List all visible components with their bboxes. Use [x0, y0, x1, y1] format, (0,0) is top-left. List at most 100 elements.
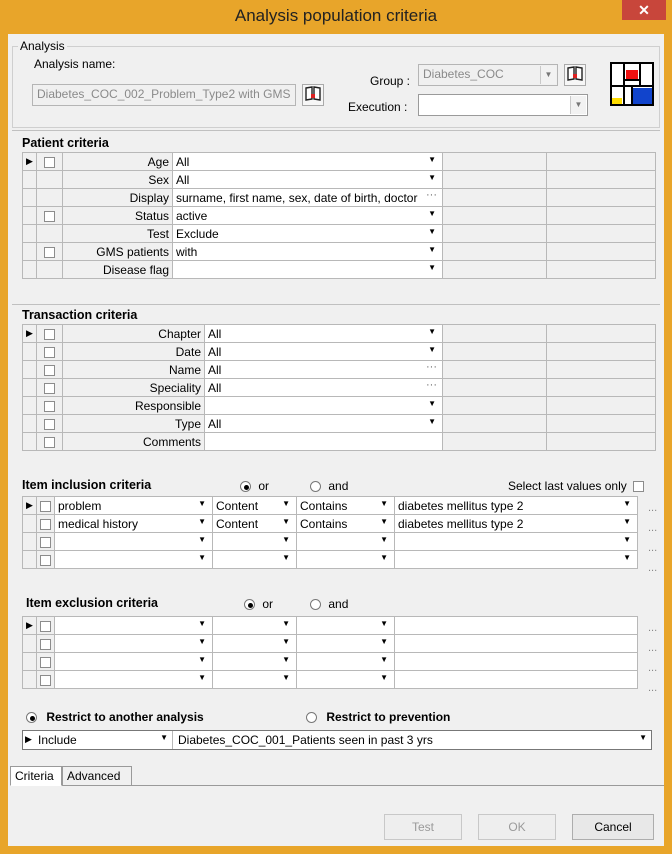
group-select[interactable]: Diabetes_COC ▼: [418, 64, 558, 86]
row-checkbox-cell[interactable]: [36, 342, 63, 361]
row-selector[interactable]: [22, 378, 37, 397]
row-selector[interactable]: [22, 514, 37, 533]
row-checkbox-cell[interactable]: [36, 206, 63, 225]
value-select[interactable]: diabetes mellitus type 2 ▼: [394, 496, 638, 515]
row-selector[interactable]: [22, 224, 37, 243]
exclusion-row-more-icon[interactable]: ...: [648, 622, 657, 634]
criteria-value[interactable]: All ···: [204, 378, 443, 397]
value-select[interactable]: [394, 652, 638, 671]
row-checkbox-cell[interactable]: [36, 324, 63, 343]
field-select[interactable]: Content ▼: [212, 496, 297, 515]
field-select[interactable]: ▼: [212, 652, 297, 671]
operator-select[interactable]: ▼: [296, 616, 395, 635]
row-checkbox-cell[interactable]: [36, 242, 63, 261]
field-select[interactable]: ▼: [212, 532, 297, 551]
exclusion-or-radio[interactable]: or: [244, 597, 273, 611]
value-select[interactable]: [394, 634, 638, 653]
row-selector[interactable]: [22, 652, 37, 671]
restrict-prevention-radio[interactable]: Restrict to prevention: [306, 710, 450, 724]
row-checkbox-cell[interactable]: [36, 634, 55, 653]
row-selector[interactable]: [22, 396, 37, 415]
cancel-button[interactable]: Cancel: [572, 814, 654, 840]
row-checkbox-cell[interactable]: [36, 550, 55, 569]
field-select[interactable]: ▼: [212, 616, 297, 635]
row-selector[interactable]: [22, 260, 37, 279]
field-select[interactable]: ▼: [212, 634, 297, 653]
criteria-value[interactable]: active ▼: [172, 206, 443, 225]
criteria-value[interactable]: [204, 432, 443, 451]
field-select[interactable]: Content ▼: [212, 514, 297, 533]
item-select[interactable]: ▼: [54, 532, 213, 551]
operator-select[interactable]: Contains ▼: [296, 496, 395, 515]
exclusion-row-more-icon[interactable]: ...: [648, 662, 657, 674]
inclusion-row-more-icon[interactable]: ...: [648, 502, 657, 514]
value-select[interactable]: [394, 616, 638, 635]
inclusion-row-more-icon[interactable]: ...: [648, 522, 657, 534]
criteria-value[interactable]: surname, first name, sex, date of birth,…: [172, 188, 443, 207]
row-checkbox-cell[interactable]: [36, 670, 55, 689]
row-checkbox-cell[interactable]: [36, 360, 63, 379]
row-selector[interactable]: [22, 242, 37, 261]
item-select[interactable]: ▼: [54, 670, 213, 689]
ok-button[interactable]: OK: [478, 814, 556, 840]
criteria-value[interactable]: with ▼: [172, 242, 443, 261]
item-select[interactable]: ▼: [54, 616, 213, 635]
row-selector[interactable]: ▶: [22, 616, 37, 635]
row-selector[interactable]: [22, 188, 37, 207]
execution-select[interactable]: ▼: [418, 94, 588, 116]
criteria-value[interactable]: All ▼: [204, 324, 443, 343]
row-checkbox-cell[interactable]: [36, 652, 55, 671]
criteria-value[interactable]: All ···: [204, 360, 443, 379]
restrict-another-radio[interactable]: Restrict to another analysis: [26, 710, 204, 724]
row-selector[interactable]: [22, 342, 37, 361]
row-checkbox-cell[interactable]: [36, 396, 63, 415]
value-select[interactable]: ▼: [394, 532, 638, 551]
row-selector[interactable]: [22, 206, 37, 225]
operator-select[interactable]: ▼: [296, 532, 395, 551]
row-selector[interactable]: ▶: [22, 324, 37, 343]
field-select[interactable]: ▼: [212, 670, 297, 689]
value-select[interactable]: diabetes mellitus type 2 ▼: [394, 514, 638, 533]
row-checkbox-cell[interactable]: [36, 188, 63, 207]
criteria-value[interactable]: ▼: [204, 396, 443, 415]
row-selector[interactable]: [22, 532, 37, 551]
row-selector[interactable]: [22, 634, 37, 653]
inclusion-row-more-icon[interactable]: ...: [648, 562, 657, 574]
row-selector[interactable]: [22, 414, 37, 433]
analysis-name-field[interactable]: Diabetes_COC_002_Problem_Type2 with GMS: [32, 84, 296, 106]
test-button[interactable]: Test: [384, 814, 462, 840]
row-selector[interactable]: ▶: [22, 496, 37, 515]
row-checkbox-cell[interactable]: [36, 378, 63, 397]
row-selector[interactable]: ▶: [22, 152, 37, 171]
row-selector[interactable]: [22, 550, 37, 569]
item-select[interactable]: problem ▼: [54, 496, 213, 515]
close-button[interactable]: ✕: [622, 0, 666, 20]
row-checkbox-cell[interactable]: [36, 514, 55, 533]
row-selector[interactable]: [22, 170, 37, 189]
field-select[interactable]: ▼: [212, 550, 297, 569]
group-lookup-button[interactable]: [564, 64, 586, 86]
inclusion-row-more-icon[interactable]: ...: [648, 542, 657, 554]
row-checkbox-cell[interactable]: [36, 532, 55, 551]
criteria-value[interactable]: Exclude ▼: [172, 224, 443, 243]
item-select[interactable]: medical history ▼: [54, 514, 213, 533]
exclusion-and-radio[interactable]: and: [310, 597, 348, 611]
tab-advanced[interactable]: Advanced: [62, 766, 132, 786]
row-checkbox-cell[interactable]: [36, 260, 63, 279]
row-checkbox-cell[interactable]: [36, 152, 63, 171]
operator-select[interactable]: ▼: [296, 652, 395, 671]
criteria-value[interactable]: All ▼: [204, 414, 443, 433]
row-checkbox-cell[interactable]: [36, 432, 63, 451]
restrict-mode-select[interactable]: Include ▼: [35, 731, 173, 749]
item-select[interactable]: ▼: [54, 652, 213, 671]
exclusion-row-more-icon[interactable]: ...: [648, 642, 657, 654]
inclusion-or-radio[interactable]: or: [240, 479, 269, 493]
operator-select[interactable]: Contains ▼: [296, 514, 395, 533]
select-last-values-checkbox[interactable]: Select last values only: [508, 479, 645, 493]
operator-select[interactable]: ▼: [296, 634, 395, 653]
row-checkbox-cell[interactable]: [36, 224, 63, 243]
row-checkbox-cell[interactable]: [36, 496, 55, 515]
value-select[interactable]: [394, 670, 638, 689]
inclusion-and-radio[interactable]: and: [310, 479, 348, 493]
analysis-lookup-button[interactable]: [302, 84, 324, 106]
